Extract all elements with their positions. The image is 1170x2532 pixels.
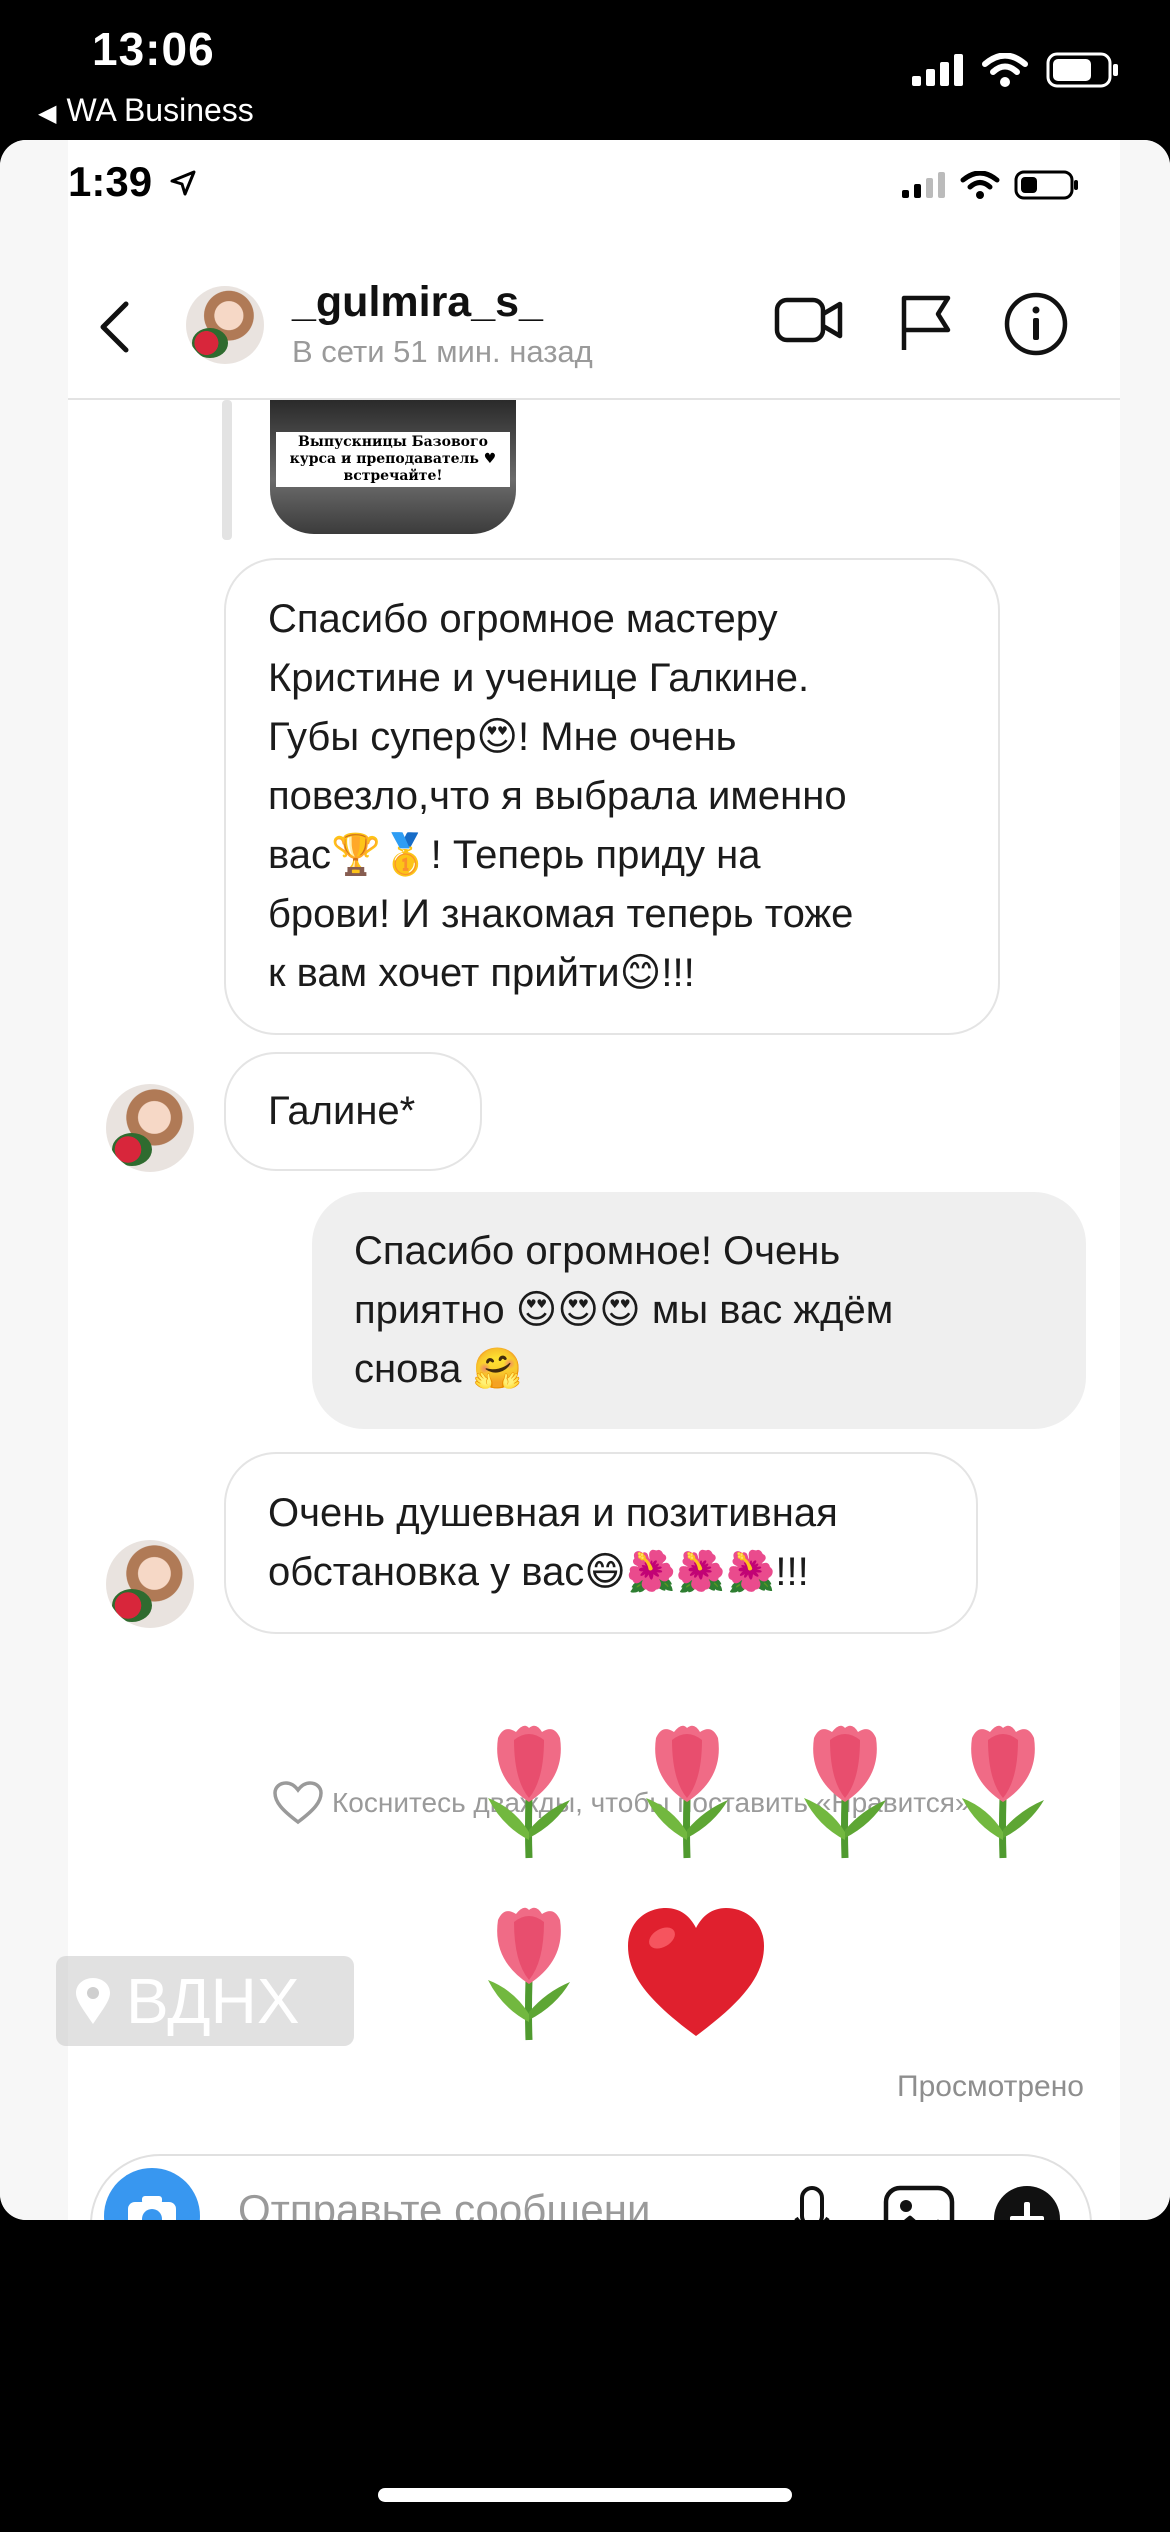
message-line: Спасибо огромное мастеру — [268, 597, 778, 641]
message-line: Спасибо огромное! Очень — [354, 1229, 841, 1273]
location-sticker[interactable]: ВДНХ — [56, 1956, 354, 2046]
back-triangle-icon: ◀ — [38, 100, 57, 127]
location-pin-icon — [76, 1978, 110, 2024]
message-bubble-received[interactable]: Спасибо огромное мастеру Кристине и учен… — [224, 558, 1000, 1035]
gallery-icon[interactable] — [882, 2184, 956, 2220]
battery-icon — [1014, 170, 1078, 200]
message-line: Кристине и ученице Галкине. — [268, 656, 810, 700]
location-arrow-icon — [170, 170, 196, 196]
inner-clock: 1:39 — [68, 158, 196, 206]
message-bubble-sent[interactable]: Спасибо огромное! Очень приятно 😍😍😍 мы в… — [312, 1192, 1086, 1429]
home-indicator[interactable] — [378, 2488, 792, 2502]
tulip-icon — [488, 1725, 570, 1859]
emoji-message-row[interactable] — [474, 1902, 770, 2042]
tulip-icon — [804, 1725, 886, 1859]
instagram-dm-screenshot: 1:39 _gulmira_s_ В сети 51 мин. назад Вы… — [0, 140, 1170, 2220]
message-line: обстановка у вас😄🌺🌺🌺!!! — [268, 1550, 809, 1594]
back-to-app-link[interactable]: ◀ WA Business — [38, 92, 254, 129]
message-line: Галине* — [268, 1089, 416, 1133]
message-line: к вам хочет прийти😊!!! — [268, 951, 695, 995]
heart-outline-icon — [273, 1781, 323, 1825]
avatar[interactable] — [106, 1540, 194, 1628]
outer-status-bar: 13:06 ◀ WA Business — [0, 0, 1170, 140]
battery-icon — [1046, 52, 1118, 88]
chat-username[interactable]: _gulmira_s_ — [292, 278, 543, 327]
message-line: брови! И знакомая теперь тоже — [268, 892, 854, 936]
camera-icon — [128, 2196, 176, 2220]
wifi-icon — [982, 53, 1028, 87]
message-composer: Отправьте сообщени — [90, 2154, 1092, 2220]
message-line: вас🏆🥇! Теперь приду на — [268, 833, 761, 877]
message-line: снова 🤗 — [354, 1347, 523, 1391]
shared-post-caption: Выпускницы Базового курса и преподавател… — [276, 432, 510, 487]
video-call-icon[interactable] — [774, 292, 844, 348]
seen-status: Просмотрено — [897, 2070, 1084, 2103]
add-circle-icon[interactable] — [992, 2184, 1062, 2220]
chat-header: _gulmira_s_ В сети 51 мин. назад — [68, 240, 1120, 400]
avatar[interactable] — [106, 1084, 194, 1172]
location-sticker-label: ВДНХ — [126, 1965, 300, 2037]
avatar[interactable] — [186, 286, 264, 364]
emoji-message-row[interactable] — [474, 1720, 1058, 1860]
wifi-icon — [960, 171, 1000, 199]
message-line: приятно 😍😍😍 мы вас ждём — [354, 1288, 894, 1332]
tulip-icon — [646, 1725, 728, 1859]
info-icon[interactable] — [1004, 292, 1068, 356]
tulip-icon — [488, 1907, 570, 2041]
back-app-label: WA Business — [66, 92, 254, 128]
tulip-icon — [962, 1725, 1044, 1859]
signal-icon — [912, 54, 963, 86]
message-line: повезло,что я выбрала именно — [268, 774, 847, 818]
chevron-left-icon[interactable] — [98, 300, 130, 354]
signal-icon — [902, 172, 945, 198]
inner-status-icons — [902, 170, 1080, 200]
flag-icon[interactable] — [898, 292, 954, 354]
camera-button[interactable] — [104, 2168, 200, 2220]
message-input[interactable]: Отправьте сообщени — [238, 2186, 650, 2220]
shared-post-thumbnail[interactable]: Выпускницы Базового курса и преподавател… — [270, 400, 516, 534]
outer-clock: 13:06 — [92, 23, 215, 75]
reply-indicator-line — [222, 400, 232, 540]
outer-status-icons — [912, 52, 1120, 88]
message-line: Губы супер😍! Мне очень — [268, 715, 737, 759]
message-bubble-received[interactable]: Очень душевная и позитивная обстановка у… — [224, 1452, 978, 1634]
last-seen-status: В сети 51 мин. назад — [292, 334, 593, 369]
message-bubble-received[interactable]: Галине* — [224, 1052, 482, 1171]
message-line: Очень душевная и позитивная — [268, 1491, 838, 1535]
microphone-icon[interactable] — [792, 2184, 832, 2220]
red-heart-icon — [628, 1908, 764, 2036]
